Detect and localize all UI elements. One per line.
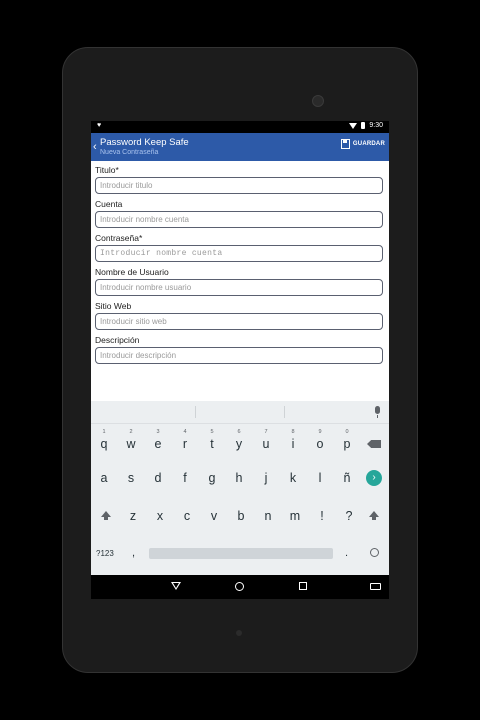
screen: ♥ 9:30 ‹ Password Keep Safe Nueva Contra… [91,121,389,599]
key-comma[interactable]: , [132,547,135,559]
status-bar: ♥ 9:30 [91,121,389,133]
key-g[interactable]: g [201,465,223,491]
screen-subtitle: Nueva Contraseña [100,149,159,156]
navigation-bar [91,575,389,599]
description-label: Descripción [95,335,140,345]
symbols-key[interactable]: ?123 [96,549,114,558]
key-j[interactable]: j [255,465,277,491]
description-input[interactable]: Introducir descripción [95,347,383,364]
key-exclamation[interactable]: ! [311,503,333,529]
account-input[interactable]: Introducir nombre cuenta [95,211,383,228]
battery-icon [361,122,366,129]
key-enye[interactable]: ñ [336,465,358,491]
title-label: Titulo* [95,165,119,175]
status-time: 9:30 [369,122,383,129]
key-n[interactable]: n [257,503,279,529]
title-input[interactable]: Introducir titulo [95,177,383,194]
suggestion-strip [91,401,389,424]
keyboard-switch-icon[interactable] [370,583,381,590]
sensor-dot [236,630,242,636]
key-a[interactable]: a [93,465,115,491]
field-website: Sitio Web Introducir sitio web [95,301,385,330]
back-chevron-icon[interactable]: ‹ [93,141,97,153]
key-x[interactable]: x [149,503,171,529]
key-h[interactable]: h [228,465,250,491]
app-title: Password Keep Safe [100,137,189,148]
field-account: Cuenta Introducir nombre cuenta [95,199,385,228]
shift-right-icon[interactable] [369,511,379,520]
nav-recents-icon[interactable] [299,582,307,590]
emoji-icon[interactable] [370,548,379,557]
key-o[interactable]: 9o [309,429,331,457]
suggestion-divider [195,406,196,418]
field-title: Titulo* Introducir titulo [95,165,385,194]
key-r[interactable]: 4r [174,429,196,457]
key-q[interactable]: 1q [93,429,115,457]
field-description: Descripción Introducir descripción [95,335,385,364]
key-e[interactable]: 3e [147,429,169,457]
key-period[interactable]: . [345,547,348,559]
new-password-form: Titulo* Introducir titulo Cuenta Introdu… [95,165,385,369]
microphone-icon[interactable] [375,406,380,418]
key-d[interactable]: d [147,465,169,491]
key-p[interactable]: 0p [336,429,358,457]
key-y[interactable]: 6y [228,429,250,457]
key-v[interactable]: v [203,503,225,529]
notification-icon: ♥ [97,122,102,129]
field-password: Contraseña* Introducir nombre cuenta [95,233,385,262]
key-i[interactable]: 8i [282,429,304,457]
password-input[interactable]: Introducir nombre cuenta [95,245,383,262]
save-button[interactable]: GUARDAR [340,139,385,149]
save-button-label: GUARDAR [352,141,385,147]
action-bar: ‹ Password Keep Safe Nueva Contraseña GU… [91,133,389,161]
key-t[interactable]: 5t [201,429,223,457]
next-arrow-icon[interactable]: › [366,470,382,486]
username-label: Nombre de Usuario [95,267,169,277]
front-camera [312,95,324,107]
key-b[interactable]: b [230,503,252,529]
key-w[interactable]: 2w [120,429,142,457]
backspace-icon[interactable] [367,440,381,448]
spacebar[interactable] [149,548,333,559]
account-label: Cuenta [95,199,123,209]
key-u[interactable]: 7u [255,429,277,457]
website-input[interactable]: Introducir sitio web [95,313,383,330]
key-s[interactable]: s [120,465,142,491]
wifi-icon [349,122,358,129]
shift-left-icon[interactable] [101,511,111,520]
key-f[interactable]: f [174,465,196,491]
website-label: Sitio Web [95,301,132,311]
field-username: Nombre de Usuario Introducir nombre usua… [95,267,385,296]
soft-keyboard: 1q 2w 3e 4r 5t 6y 7u 8i 9o 0p a s d f g … [91,401,389,575]
key-z[interactable]: z [122,503,144,529]
password-label: Contraseña* [95,233,143,243]
floppy-disk-icon [340,139,350,149]
key-m[interactable]: m [284,503,306,529]
nav-home-icon[interactable] [235,582,244,591]
nav-back-down-inner [173,583,179,588]
key-k[interactable]: k [282,465,304,491]
key-question[interactable]: ? [338,503,360,529]
username-input[interactable]: Introducir nombre usuario [95,279,383,296]
key-c[interactable]: c [176,503,198,529]
suggestion-divider [284,406,285,418]
key-l[interactable]: l [309,465,331,491]
